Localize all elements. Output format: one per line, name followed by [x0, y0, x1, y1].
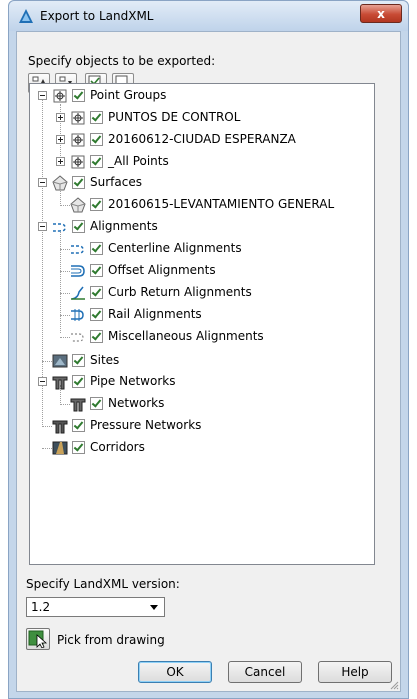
landxml-version-select[interactable]: 1.2 — [26, 597, 165, 617]
miscellaneous-alignment-icon — [71, 333, 84, 342]
surface-icon — [70, 197, 86, 213]
tree-node-label: Point Groups — [90, 88, 167, 102]
pick-from-drawing-button[interactable] — [26, 628, 50, 650]
tree-node-label: 20160615-LEVANTAMIENTO GENERAL — [108, 197, 335, 211]
tree-node-corridors[interactable]: Corridors — [30, 438, 370, 458]
checkbox[interactable] — [90, 242, 103, 255]
checkbox[interactable] — [72, 419, 85, 432]
tree-node-surfaces[interactable]: Surfaces — [30, 173, 370, 193]
point-group-icon — [71, 155, 85, 169]
checkbox[interactable] — [90, 155, 103, 168]
checkbox[interactable] — [90, 397, 103, 410]
tree-node-pressure-networks[interactable]: Pressure Networks — [30, 416, 370, 436]
tree-node-point-group[interactable]: 20160612-CIUDAD ESPERANZA — [30, 130, 370, 150]
tree-node-rail-alignments[interactable]: Rail Alignments — [30, 305, 370, 325]
tree-node-label: Corridors — [90, 440, 145, 454]
centerline-alignment-icon — [71, 245, 84, 254]
export-prompt-label: Specify objects to be exported: — [28, 54, 216, 68]
point-group-icon — [71, 111, 85, 125]
cancel-button[interactable]: Cancel — [228, 661, 302, 683]
tree-node-label: _All Points — [108, 154, 169, 168]
point-group-icon — [53, 89, 67, 103]
checkbox[interactable] — [72, 176, 85, 189]
curb-return-alignment-icon — [71, 286, 85, 300]
object-tree[interactable]: Point Groups PUNTOS DE CONTROL 20160612-… — [29, 83, 375, 565]
checkbox[interactable] — [90, 133, 103, 146]
export-landxml-dialog: Export to LandXML x Specify objects to b… — [8, 0, 409, 699]
tree-node-miscellaneous-alignments[interactable]: Miscellaneous Alignments — [30, 327, 370, 347]
autocad-app-icon — [19, 9, 33, 23]
checkbox[interactable] — [72, 89, 85, 102]
tree-node-label: Miscellaneous Alignments — [108, 329, 264, 343]
site-icon — [52, 354, 68, 368]
checkbox[interactable] — [72, 441, 85, 454]
tree-node-label: PUNTOS DE CONTROL — [108, 110, 241, 124]
alignment-icon — [53, 223, 66, 232]
collapse-toggle[interactable] — [38, 377, 47, 386]
expand-toggle[interactable] — [56, 157, 65, 166]
tree-node-point-group[interactable]: PUNTOS DE CONTROL — [30, 108, 370, 128]
pick-from-drawing-label: Pick from drawing — [57, 633, 165, 647]
tree-node-label: Surfaces — [90, 175, 142, 189]
corridor-icon — [52, 441, 68, 455]
tree-node-point-groups[interactable]: Point Groups — [30, 86, 370, 106]
expand-toggle[interactable] — [56, 135, 65, 144]
checkbox[interactable] — [90, 111, 103, 124]
pick-cursor-icon — [28, 630, 48, 648]
tree-node-offset-alignments[interactable]: Offset Alignments — [30, 261, 370, 281]
landxml-version-value: 1.2 — [31, 600, 51, 614]
tree-node-centerline-alignments[interactable]: Centerline Alignments — [30, 239, 370, 259]
tree-node-label: Rail Alignments — [108, 307, 202, 321]
pressure-network-icon — [52, 420, 68, 434]
tree-node-label: Centerline Alignments — [108, 241, 242, 255]
tree-node-label: Pipe Networks — [90, 374, 176, 388]
checkbox[interactable] — [90, 308, 103, 321]
help-button[interactable]: Help — [318, 661, 392, 683]
tree-node-label: Pressure Networks — [90, 418, 202, 432]
dialog-body: Specify objects to be exported: Point Gr… — [16, 31, 401, 692]
tree-node-label: Networks — [108, 396, 165, 410]
tree-node-alignments[interactable]: Alignments — [30, 217, 370, 237]
checkbox[interactable] — [90, 264, 103, 277]
checkbox[interactable] — [72, 220, 85, 233]
chevron-down-icon — [150, 605, 158, 610]
tree-node-point-group[interactable]: _All Points — [30, 152, 370, 172]
tree-node-label: Sites — [90, 353, 120, 367]
close-button[interactable]: x — [360, 4, 402, 23]
offset-alignment-icon — [71, 265, 85, 277]
checkbox[interactable] — [90, 198, 103, 211]
rail-alignment-icon — [71, 309, 84, 321]
tree-node-label: 20160612-CIUDAD ESPERANZA — [108, 132, 296, 146]
tree-node-surface[interactable]: 20160615-LEVANTAMIENTO GENERAL — [30, 195, 370, 215]
checkbox[interactable] — [90, 286, 103, 299]
tree-node-label: Curb Return Alignments — [108, 285, 252, 299]
collapse-toggle[interactable] — [38, 91, 47, 100]
checkbox[interactable] — [90, 330, 103, 343]
collapse-toggle[interactable] — [38, 178, 47, 187]
tree-node-label: Alignments — [90, 219, 158, 233]
tree-node-curb-return-alignments[interactable]: Curb Return Alignments — [30, 283, 370, 303]
pipe-network-icon — [52, 376, 68, 390]
window-title: Export to LandXML — [40, 9, 154, 23]
pipe-network-icon — [70, 398, 86, 412]
checkbox[interactable] — [72, 375, 85, 388]
surface-icon — [52, 175, 68, 191]
landxml-version-label: Specify LandXML version: — [26, 577, 180, 591]
expand-toggle[interactable] — [56, 113, 65, 122]
tree-node-label: Offset Alignments — [108, 263, 216, 277]
checkbox[interactable] — [72, 354, 85, 367]
resize-grip-icon[interactable] — [389, 680, 399, 690]
collapse-toggle[interactable] — [38, 222, 47, 231]
tree-node-pipe-networks[interactable]: Pipe Networks — [30, 372, 370, 392]
tree-node-sites[interactable]: Sites — [30, 351, 370, 371]
title-bar[interactable]: Export to LandXML x — [9, 1, 408, 31]
tree-node-networks[interactable]: Networks — [30, 394, 370, 414]
point-group-icon — [71, 133, 85, 147]
ok-button[interactable]: OK — [138, 661, 212, 683]
